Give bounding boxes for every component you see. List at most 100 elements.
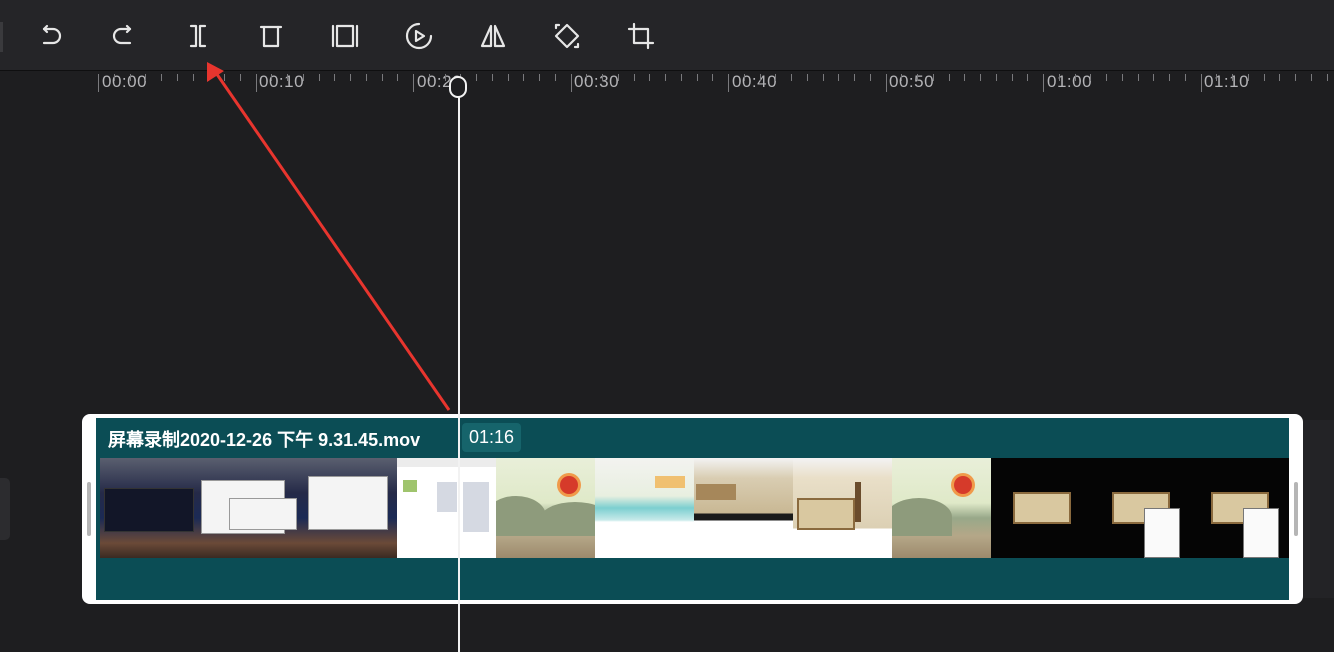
ruler-minor-tick <box>130 74 131 81</box>
ruler-minor-tick <box>1090 74 1091 81</box>
ruler-minor-tick <box>1264 74 1265 81</box>
ruler-minor-tick <box>1059 74 1060 81</box>
ruler-label: 00:50 <box>889 72 935 91</box>
delete-icon <box>259 25 283 48</box>
ruler-minor-tick <box>177 74 178 81</box>
ruler-minor-tick <box>712 74 713 81</box>
clip-thumbnail <box>991 458 1090 558</box>
delete-button[interactable] <box>253 18 289 54</box>
ruler-major-tick <box>571 74 572 92</box>
ruler-minor-tick <box>555 74 556 81</box>
ruler-major-tick <box>256 74 257 92</box>
redo-button[interactable] <box>106 18 142 54</box>
ruler-minor-tick <box>1216 74 1217 81</box>
ruler-label: 00:00 <box>102 72 148 91</box>
ruler-minor-tick <box>397 74 398 81</box>
ruler-minor-tick <box>1327 74 1328 81</box>
clip-thumbnail <box>595 458 694 558</box>
speed-button[interactable] <box>401 18 437 54</box>
ruler-minor-tick <box>508 74 509 81</box>
mirror-icon <box>480 24 506 48</box>
ruler-minor-tick <box>602 74 603 81</box>
freeze-frame-icon <box>331 24 359 48</box>
ruler-minor-tick <box>429 74 430 81</box>
clip-trim-handle-left[interactable] <box>87 482 91 536</box>
clip-title: 屏幕录制2020-12-26 下午 9.31.45.mov <box>108 430 421 450</box>
clip-thumbnail <box>793 458 892 558</box>
play-speed-icon <box>405 22 433 50</box>
ruler-minor-tick <box>1153 74 1154 81</box>
undo-icon <box>42 24 62 45</box>
playhead-handle[interactable] <box>449 76 467 98</box>
mirror-button[interactable] <box>475 18 511 54</box>
ruler-minor-tick <box>1012 74 1013 81</box>
ruler-minor-tick <box>634 74 635 81</box>
ruler-minor-tick <box>303 74 304 81</box>
ruler-label: 00:30 <box>574 72 620 91</box>
ruler-minor-tick <box>949 74 950 81</box>
ruler-minor-tick <box>1185 74 1186 81</box>
ruler-minor-tick <box>1295 74 1296 81</box>
ruler-minor-tick <box>681 74 682 81</box>
clip-trim-handle-right[interactable] <box>1294 482 1298 536</box>
ruler-minor-tick <box>1279 74 1280 81</box>
ruler-major-tick <box>728 74 729 92</box>
ruler-minor-tick <box>917 74 918 81</box>
ruler-minor-tick <box>240 74 241 81</box>
ruler-minor-tick <box>334 74 335 81</box>
ruler-major-tick <box>413 74 414 92</box>
clip-thumbnail <box>694 458 793 558</box>
ruler-minor-tick <box>618 74 619 81</box>
clip-thumbnail <box>892 458 991 558</box>
ruler-major-tick <box>98 74 99 92</box>
timeline-ruler[interactable]: 00:00 00:10 00:20 00:30 00:40 00:50 01:0… <box>0 70 1334 96</box>
toolbar-edge <box>0 22 3 52</box>
toolbar <box>0 0 1334 71</box>
ruler-minor-tick <box>1138 74 1139 81</box>
ruler-minor-tick <box>145 74 146 81</box>
ruler-minor-tick <box>1075 74 1076 81</box>
right-track-stub <box>1302 420 1334 598</box>
ruler-minor-tick <box>870 74 871 81</box>
ruler-major-tick <box>886 74 887 92</box>
ruler-minor-tick <box>775 74 776 81</box>
ruler-minor-tick <box>271 74 272 81</box>
ruler-minor-tick <box>382 74 383 81</box>
clip-thumbnail <box>1189 458 1289 558</box>
ruler-minor-tick <box>807 74 808 81</box>
ruler-minor-tick <box>208 74 209 81</box>
undo-button[interactable] <box>32 18 68 54</box>
ruler-minor-tick <box>350 74 351 81</box>
playhead-line[interactable] <box>458 90 460 652</box>
ruler-minor-tick <box>224 74 225 81</box>
ruler-minor-tick <box>476 74 477 81</box>
ruler-minor-tick <box>319 74 320 81</box>
ruler-minor-tick <box>1248 74 1249 81</box>
ruler-minor-tick <box>996 74 997 81</box>
ruler-minor-tick <box>665 74 666 81</box>
ruler-minor-tick <box>1106 74 1107 81</box>
ruler-minor-tick <box>492 74 493 81</box>
ruler-minor-tick <box>791 74 792 81</box>
freeze-frame-button[interactable] <box>327 18 363 54</box>
ruler-minor-tick <box>854 74 855 81</box>
ruler-minor-tick <box>697 74 698 81</box>
ruler-minor-tick <box>1311 74 1312 81</box>
crop-button[interactable] <box>623 18 659 54</box>
ruler-minor-tick <box>114 74 115 81</box>
clip-thumbnail <box>298 458 397 558</box>
clip-thumbnail <box>496 458 595 558</box>
ruler-minor-tick <box>193 74 194 81</box>
video-clip[interactable]: 屏幕录制2020-12-26 下午 9.31.45.mov 01:16 <box>82 414 1303 604</box>
split-icon <box>189 24 207 48</box>
ruler-minor-tick <box>933 74 934 81</box>
clip-thumbnail <box>100 458 199 558</box>
left-track-stub <box>0 478 10 540</box>
ruler-minor-tick <box>1027 74 1028 81</box>
ruler-minor-tick <box>964 74 965 81</box>
ruler-minor-tick <box>161 74 162 81</box>
ruler-minor-tick <box>649 74 650 81</box>
rotate-button[interactable] <box>549 18 585 54</box>
ruler-label: 01:00 <box>1047 72 1093 91</box>
split-button[interactable] <box>180 18 216 54</box>
